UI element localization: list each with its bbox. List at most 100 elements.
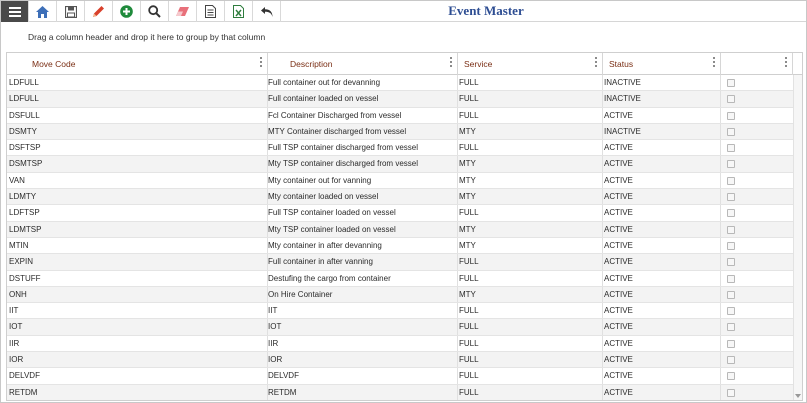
vertical-scrollbar[interactable] (793, 75, 802, 400)
row-select-checkbox[interactable] (724, 319, 738, 335)
cell-move-code: DELVDF (9, 371, 40, 381)
column-header-select[interactable] (721, 53, 793, 75)
checkbox-icon[interactable] (727, 388, 735, 397)
row-select-checkbox[interactable] (724, 238, 738, 254)
row-select-checkbox[interactable] (724, 385, 738, 400)
cell-service: MTY (459, 175, 476, 185)
cell-status: ACTIVE (604, 175, 633, 185)
eraser-icon (175, 6, 190, 17)
checkbox-icon[interactable] (727, 339, 735, 348)
checkbox-icon[interactable] (727, 209, 735, 218)
row-select-checkbox[interactable] (724, 75, 738, 91)
row-select-checkbox[interactable] (724, 189, 738, 205)
row-select-checkbox[interactable] (724, 140, 738, 156)
checkbox-icon[interactable] (727, 307, 735, 316)
table-row[interactable]: EXPIN Full container in after vanning FULL… (7, 254, 802, 271)
column-menu-icon[interactable] (450, 57, 453, 69)
table-row[interactable]: IIT IIT FULL ACTIVE (7, 303, 802, 320)
column-menu-icon[interactable] (713, 57, 716, 69)
cell-service: FULL (459, 371, 479, 381)
report-button[interactable] (197, 1, 225, 22)
clear-button[interactable] (169, 1, 197, 22)
row-select-checkbox[interactable] (724, 271, 738, 287)
table-row[interactable]: DSFTSP Full TSP container discharged from… (7, 140, 802, 157)
column-header-status[interactable]: Status (603, 53, 721, 75)
checkbox-icon[interactable] (727, 144, 735, 153)
table-row[interactable]: ONH On Hire Container MTY ACTIVE (7, 286, 802, 304)
row-select-checkbox[interactable] (724, 108, 738, 124)
checkbox-icon[interactable] (727, 258, 735, 267)
cell-status: ACTIVE (604, 306, 633, 316)
row-select-checkbox[interactable] (724, 91, 738, 107)
row-select-checkbox[interactable] (724, 173, 738, 189)
group-by-hint[interactable]: Drag a column header and drop it here to… (28, 32, 265, 42)
export-excel-button[interactable] (225, 1, 253, 22)
row-select-checkbox[interactable] (724, 368, 738, 384)
table-row[interactable]: DSMTSP Mty TSP container discharged from … (7, 156, 802, 173)
column-header-service[interactable]: Service (458, 53, 603, 75)
table-row[interactable]: RETDM RETDM FULL ACTIVE (7, 384, 802, 400)
page-title: Event Master (448, 3, 524, 18)
row-select-checkbox[interactable] (724, 352, 738, 368)
table-row[interactable]: DSMTY MTY Container discharged from vesse… (7, 123, 802, 141)
checkbox-icon[interactable] (727, 79, 735, 87)
table-row[interactable]: IOR IOR FULL ACTIVE (7, 352, 802, 369)
menu-button[interactable] (1, 1, 29, 22)
search-button[interactable] (141, 1, 169, 22)
table-row[interactable]: LDMTY Mty container loaded on vessel MTY AC… (7, 189, 802, 206)
table-row[interactable]: DELVDF DELVDF FULL ACTIVE (7, 368, 802, 385)
cell-status: ACTIVE (604, 192, 633, 202)
row-select-checkbox[interactable] (724, 205, 738, 221)
checkbox-icon[interactable] (727, 241, 735, 250)
checkbox-icon[interactable] (727, 193, 735, 202)
row-select-checkbox[interactable] (724, 336, 738, 352)
row-select-checkbox[interactable] (724, 303, 738, 319)
column-menu-icon[interactable] (785, 57, 788, 69)
checkbox-icon[interactable] (727, 372, 735, 381)
checkbox-icon[interactable] (727, 290, 735, 299)
scroll-down-icon[interactable] (795, 394, 801, 398)
row-select-checkbox[interactable] (724, 222, 738, 238)
table-row[interactable]: VAN Mty container out for vanning MTY ACTIV… (7, 172, 802, 190)
column-menu-icon[interactable] (260, 57, 263, 69)
checkbox-icon[interactable] (727, 160, 735, 169)
row-select-checkbox[interactable] (724, 287, 738, 303)
add-button[interactable] (113, 1, 141, 22)
cell-move-code: DSFTSP (9, 143, 41, 153)
row-select-checkbox[interactable] (724, 156, 738, 172)
table-row[interactable]: DSTUFF Destufing the cargo from container… (7, 270, 802, 287)
table-row[interactable]: MTIN Mty container in after devanning MTY A… (7, 237, 802, 255)
table-row[interactable]: IIR IIR FULL ACTIVE (7, 335, 802, 353)
cell-description: Full container out for devanning (268, 78, 381, 87)
home-button[interactable] (29, 1, 57, 22)
column-header-move-code[interactable]: Move Code (7, 53, 268, 75)
cell-description: Mty container loaded on vessel (268, 192, 379, 202)
checkbox-icon[interactable] (727, 323, 735, 332)
cell-description: IIR (268, 338, 279, 348)
checkbox-icon[interactable] (727, 95, 735, 104)
search-icon (148, 5, 161, 18)
table-row[interactable]: DSFULL Fcl Container Discharged from vess… (7, 107, 802, 124)
checkbox-icon[interactable] (727, 274, 735, 283)
table-row[interactable]: LDMTSP Mty TSP container loaded on vessel… (7, 221, 802, 238)
checkbox-icon[interactable] (727, 356, 735, 365)
checkbox-icon[interactable] (727, 225, 735, 234)
cell-service: FULL (459, 208, 479, 218)
cell-status: ACTIVE (604, 387, 633, 397)
checkbox-icon[interactable] (727, 176, 735, 185)
table-row[interactable]: LDFULL Full container loaded on vessel FUL… (7, 91, 802, 108)
row-select-checkbox[interactable] (724, 254, 738, 270)
edit-button[interactable] (85, 1, 113, 22)
cell-service: FULL (459, 143, 479, 153)
row-select-checkbox[interactable] (724, 124, 738, 140)
cell-move-code: LDFULL (9, 94, 39, 104)
save-button[interactable] (57, 1, 85, 22)
table-row[interactable]: IOT IOT FULL ACTIVE (7, 319, 802, 336)
column-menu-icon[interactable] (595, 57, 598, 69)
undo-button[interactable] (253, 1, 281, 22)
column-header-description[interactable]: Description (268, 53, 458, 75)
checkbox-icon[interactable] (727, 127, 735, 136)
table-row[interactable]: LDFULL Full container out for devanning FU… (7, 75, 802, 92)
table-row[interactable]: LDFTSP Full TSP container loaded on vesse… (7, 205, 802, 222)
checkbox-icon[interactable] (727, 111, 735, 120)
